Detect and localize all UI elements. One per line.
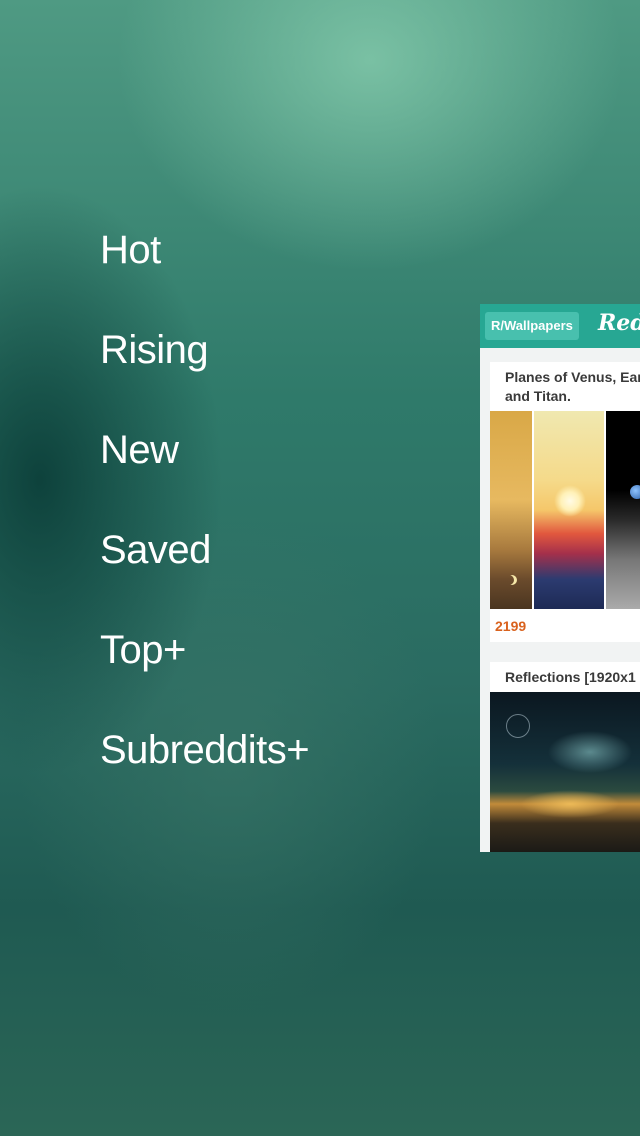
menu-item-saved[interactable]: Saved <box>100 500 440 600</box>
menu-item-hot[interactable]: Hot <box>100 200 440 300</box>
menu-item-top[interactable]: Top+ <box>100 600 440 700</box>
side-menu: Hot Rising New Saved Top+ Subreddits+ <box>100 200 440 800</box>
menu-item-new[interactable]: New <box>100 400 440 500</box>
post-score: 2199 <box>495 618 527 634</box>
post-title: Planes of Venus, Earth and Titan. <box>505 369 640 404</box>
post-card[interactable]: Planes of Venus, Earth and Titan. 2199 <box>490 362 640 642</box>
app-header: R/Wallpapers Red <box>480 304 640 348</box>
post-image[interactable] <box>490 692 640 852</box>
main-screen-preview[interactable]: R/Wallpapers Red Planes of Venus, Earth … <box>480 304 640 852</box>
app-logo: Red <box>598 310 640 336</box>
menu-item-subreddits[interactable]: Subreddits+ <box>100 700 440 800</box>
post-title: Reflections [1920x1 <box>505 669 636 685</box>
post-image[interactable] <box>490 411 640 609</box>
subreddit-badge[interactable]: R/Wallpapers <box>485 312 579 340</box>
moon-surface-panel <box>606 411 640 609</box>
post-card[interactable]: Reflections [1920x1 <box>490 662 640 852</box>
sun-glow <box>554 485 586 517</box>
menu-item-rising[interactable]: Rising <box>100 300 440 400</box>
earth-icon <box>630 485 640 499</box>
planet-bubble <box>506 714 530 738</box>
crescent-icon <box>504 575 514 585</box>
